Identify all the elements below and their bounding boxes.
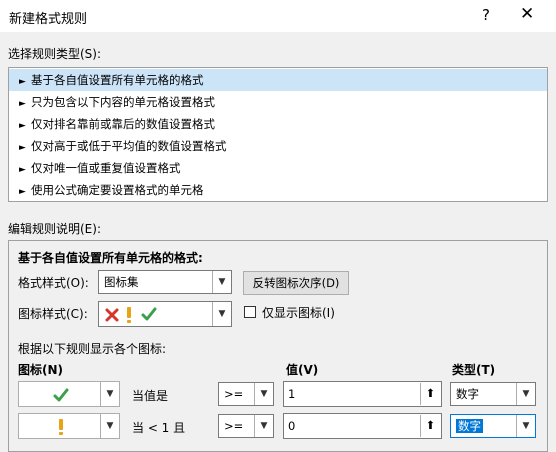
triangle-right-icon: ►: [19, 143, 26, 153]
format-style-select[interactable]: 图标集 ▼: [98, 270, 232, 294]
chevron-down-icon: ▼: [100, 382, 119, 406]
format-style-label: 格式样式(O):: [18, 276, 89, 290]
row2-operator-select[interactable]: >= ▼: [218, 414, 274, 438]
dialog-title: 新建格式规则: [9, 12, 88, 27]
row2-condition: 当 < 1 且: [132, 421, 186, 435]
column-header-value: 值(V): [286, 363, 319, 377]
row1-icon-picker[interactable]: ▼: [18, 381, 120, 407]
help-button[interactable]: ?: [482, 6, 490, 24]
exclamation-icon: [59, 419, 63, 435]
chevron-down-icon: ▼: [100, 414, 119, 438]
chevron-down-icon: ▼: [254, 415, 273, 437]
edit-heading: 基于各自值设置所有单元格的格式:: [18, 251, 203, 265]
upload-arrow-icon: ⬆: [425, 418, 436, 432]
edit-rule-label: 编辑规则说明(E):: [8, 222, 101, 236]
upload-arrow-icon: ⬆: [425, 386, 436, 400]
rule-type-list: ► 基于各自值设置所有单元格的格式 ► 只为包含以下内容的单元格设置格式 ► 仅对排名…: [8, 67, 548, 202]
rule-type-item[interactable]: ► 仅对高于或低于平均值的数值设置格式: [9, 135, 547, 157]
icon-style-select[interactable]: ▼: [98, 301, 232, 327]
rule-type-item[interactable]: ► 仅对唯一值或重复值设置格式: [9, 157, 547, 179]
row2-range-select-button[interactable]: ⬆: [420, 415, 440, 437]
chevron-down-icon: ▼: [254, 383, 273, 405]
chevron-down-icon: ▼: [212, 302, 231, 326]
row1-range-select-button[interactable]: ⬆: [420, 383, 440, 405]
show-icon-only-checkbox[interactable]: [244, 306, 256, 318]
close-button[interactable]: ✕: [520, 4, 534, 24]
triangle-right-icon: ►: [19, 187, 26, 197]
row1-condition: 当值是: [132, 389, 169, 403]
cross-icon: [105, 308, 119, 322]
check-icon: [141, 307, 157, 321]
row1-operator-select[interactable]: >= ▼: [218, 382, 274, 406]
column-header-type: 类型(T): [452, 363, 496, 377]
check-icon: [53, 388, 69, 402]
row1-value-input[interactable]: 1: [283, 381, 442, 407]
chevron-down-icon: ▼: [212, 271, 231, 293]
chevron-down-icon: ▼: [516, 415, 535, 437]
reverse-icon-order-button[interactable]: 反转图标次序(D): [243, 271, 349, 295]
rules-caption: 根据以下规则显示各个图标:: [18, 342, 167, 356]
rule-type-label: 选择规则类型(S):: [8, 47, 102, 61]
chevron-down-icon: ▼: [516, 383, 535, 405]
row1-type-select[interactable]: 数字 ▼: [450, 382, 536, 406]
triangle-right-icon: ►: [19, 77, 26, 87]
triangle-right-icon: ►: [19, 165, 26, 175]
column-header-icon: 图标(N): [18, 363, 64, 377]
row2-type-select[interactable]: 数字 ▼: [450, 414, 536, 438]
exclamation-icon: [127, 307, 131, 323]
rule-type-item[interactable]: ► 使用公式确定要设置格式的单元格: [9, 179, 547, 201]
icon-style-label: 图标样式(C):: [18, 307, 88, 321]
row2-value-input[interactable]: 0: [283, 413, 442, 439]
row2-icon-picker[interactable]: ▼: [18, 413, 120, 439]
rule-type-item[interactable]: ► 只为包含以下内容的单元格设置格式: [9, 91, 547, 113]
rule-type-item[interactable]: ► 仅对排名靠前或靠后的数值设置格式: [9, 113, 547, 135]
triangle-right-icon: ►: [19, 99, 26, 109]
show-icon-only-label: 仅显示图标(I): [262, 306, 335, 320]
rule-type-item[interactable]: ► 基于各自值设置所有单元格的格式: [9, 69, 547, 91]
triangle-right-icon: ►: [19, 121, 26, 131]
